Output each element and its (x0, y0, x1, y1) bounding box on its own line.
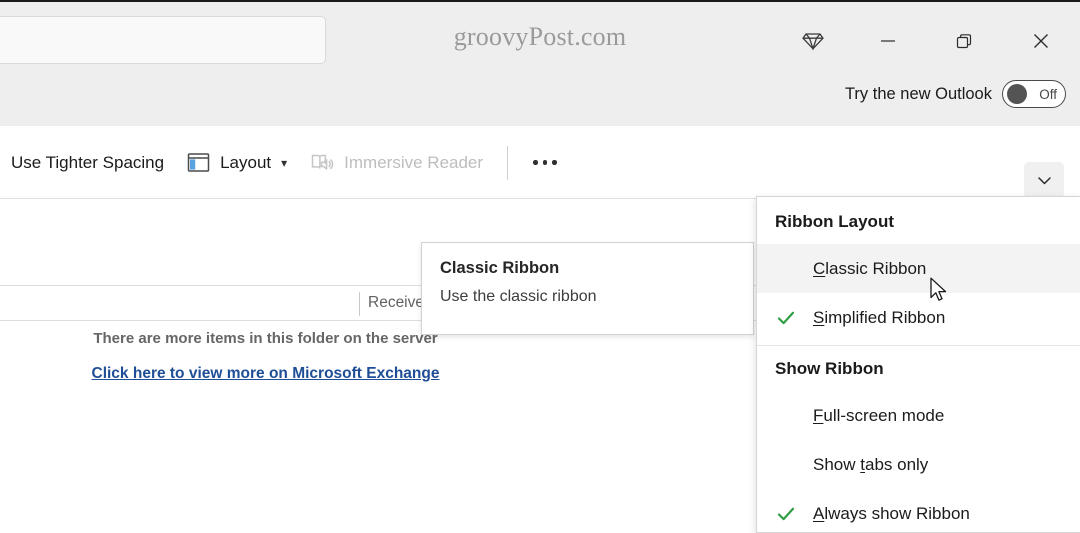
menu-item-always-show-ribbon[interactable]: Always show Ribbon (757, 489, 1080, 533)
title-bar-area: groovyPost.com Try the new Outlook Off (0, 0, 1080, 126)
accelerator-letter: t (860, 454, 865, 474)
try-new-outlook-label: Try the new Outlook (844, 84, 992, 103)
diamond-icon[interactable] (790, 18, 836, 64)
ribbon-button-layout[interactable]: Layout ▾ (175, 142, 298, 184)
menu-item-label-rest: ull-screen mode (823, 405, 945, 425)
menu-item-label-rest: implified Ribbon (824, 307, 946, 327)
restore-button[interactable] (941, 18, 987, 64)
ribbon-toolbar: Use Tighter Spacing Layout ▾ Immersive R… (0, 126, 1080, 199)
menu-item-show-tabs-only[interactable]: Show tabs only (757, 440, 1080, 489)
search-input[interactable] (0, 16, 326, 64)
menu-item-label: Classic Ribbon (813, 259, 926, 279)
ribbon-label: Immersive Reader (344, 152, 484, 172)
menu-item-label: Always show Ribbon (813, 504, 970, 524)
toggle-state-label: Off (1039, 86, 1057, 102)
dot (533, 160, 538, 165)
classic-ribbon-tooltip: Classic Ribbon Use the classic ribbon (421, 242, 754, 335)
menu-section-header-ribbon-layout: Ribbon Layout (775, 212, 894, 231)
try-new-outlook-toggle[interactable]: Off (1002, 80, 1066, 108)
checkmark-icon (775, 405, 813, 427)
immersive-reader-icon (309, 150, 335, 176)
ribbon-overflow-button[interactable] (521, 144, 569, 182)
close-button[interactable] (1018, 18, 1064, 64)
column-divider (359, 292, 360, 316)
menu-item-label-rest: lways show Ribbon (824, 503, 970, 523)
dot (552, 160, 557, 165)
ribbon-label: Layout (220, 152, 272, 172)
menu-item-simplified-ribbon[interactable]: Simplified Ribbon (757, 293, 1080, 342)
view-more-on-exchange-link[interactable]: Click here to view more on Microsoft Exc… (0, 365, 531, 383)
tooltip-title: Classic Ribbon (440, 259, 560, 277)
menu-section-header-show-ribbon: Show Ribbon (775, 359, 884, 378)
checkmark-icon (775, 307, 813, 329)
ribbon-collapse-button[interactable] (1024, 162, 1064, 198)
accelerator-letter: C (813, 258, 826, 278)
ribbon-label: Use Tighter Spacing (11, 152, 165, 172)
accelerator-letter: F (813, 405, 824, 425)
site-watermark: groovyPost.com (453, 22, 627, 51)
menu-item-full-screen-mode[interactable]: Full-screen mode (757, 391, 1080, 440)
dot (542, 160, 548, 165)
accelerator-letter: S (813, 307, 825, 327)
ribbon-layout-menu: Ribbon Layout Classic Ribbon Simplified … (756, 196, 1080, 533)
minimize-button[interactable] (865, 18, 911, 64)
ribbon-button-immersive-reader[interactable]: Immersive Reader (298, 142, 494, 184)
menu-item-label: Simplified Ribbon (813, 308, 945, 328)
checkmark-icon (775, 454, 813, 476)
try-new-outlook-control[interactable]: Try the new Outlook Off (845, 80, 1066, 108)
menu-item-label-rest: lassic Ribbon (825, 258, 927, 278)
menu-item-classic-ribbon[interactable]: Classic Ribbon (757, 244, 1080, 293)
checkmark-icon (775, 503, 813, 525)
tooltip-body: Use the classic ribbon (440, 288, 597, 305)
layout-icon (186, 150, 211, 175)
toolbar-divider (507, 145, 509, 180)
outlook-window: groovyPost.com Try the new Outlook Off U… (0, 0, 1080, 533)
menu-item-label: Show tabs only (813, 454, 929, 474)
menu-item-label: Full-screen mode (813, 406, 944, 426)
accelerator-letter: A (813, 503, 825, 523)
checkmark-icon (775, 258, 813, 280)
toggle-knob (1007, 84, 1027, 104)
ribbon-button-use-tighter-spacing[interactable]: Use Tighter Spacing (0, 142, 175, 184)
chevron-down-icon: ▾ (281, 155, 288, 170)
